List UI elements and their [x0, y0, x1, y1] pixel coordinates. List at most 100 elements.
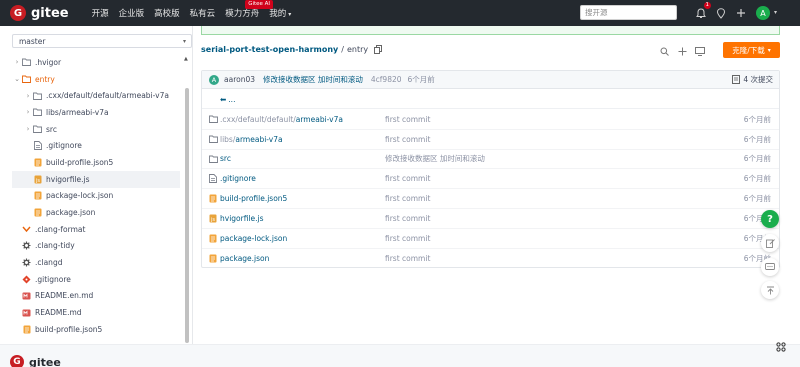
file-name: build-profile.json5	[220, 194, 288, 204]
search-icon[interactable]	[658, 45, 670, 57]
file-name-link[interactable]: libs/armeabi-v7a	[220, 135, 283, 144]
commit-count-link[interactable]: 4 次提交	[732, 74, 773, 85]
nav-item-moli[interactable]: 模力方舟 Gitee AI	[225, 0, 274, 19]
tree-item[interactable]: README.en.md	[12, 288, 180, 305]
tree-item[interactable]: › src	[12, 121, 180, 138]
avatar[interactable]: A	[756, 6, 770, 20]
nav-item-education[interactable]: 高校版	[154, 7, 180, 19]
chevron-down-icon[interactable]: ⌄	[12, 75, 22, 83]
location-icon[interactable]	[714, 6, 728, 20]
tree-item[interactable]: .clangd	[12, 254, 180, 271]
chevron-right-icon[interactable]: ›	[23, 92, 33, 100]
tree-item[interactable]: .gitignore	[12, 271, 180, 288]
scroll-up-arrow-icon[interactable]: ▲	[184, 56, 188, 62]
tree-item-label: .clang-format	[35, 224, 86, 234]
gear-icon	[22, 241, 31, 250]
nav-item-open-source[interactable]: 开源	[92, 7, 109, 19]
help-button[interactable]: ?	[761, 210, 779, 228]
search-input[interactable]: 搜开源	[580, 5, 677, 20]
tree-item[interactable]: ⌄ entry	[12, 71, 180, 88]
file-name-link[interactable]: src	[220, 154, 231, 163]
tree-item[interactable]: build-profile.json5	[12, 321, 180, 338]
notification-count: 1	[703, 2, 711, 9]
bell-icon[interactable]: 1	[694, 2, 711, 20]
footer-logo[interactable]: G gitee	[10, 355, 61, 367]
file-commit-message[interactable]: first commit	[385, 174, 430, 183]
tree-item[interactable]: js hvigorfile.js	[12, 170, 180, 188]
nav-item-private-cloud[interactable]: 私有云	[190, 7, 216, 19]
folder-icon	[33, 91, 42, 100]
file-commit-message[interactable]: 修改接收数据区 加时间和滚动	[385, 153, 485, 164]
breadcrumb: serial-port-test-open-harmony / entry	[201, 45, 383, 54]
edit-note-icon[interactable]	[761, 234, 779, 252]
file-commit-message[interactable]: first commit	[385, 115, 430, 124]
file-row[interactable]: .cxx/default/default/armeabi-v7a first co…	[202, 110, 779, 130]
js-icon: js	[208, 213, 218, 223]
tree-item[interactable]: › .hvigor	[12, 54, 180, 71]
file-commit-message[interactable]: first commit	[385, 234, 430, 243]
file-row[interactable]: build-profile.json5 first commit 6个月前	[202, 189, 779, 209]
breadcrumb-repo-link[interactable]: serial-port-test-open-harmony	[201, 45, 338, 54]
chevron-right-icon[interactable]: ›	[12, 58, 22, 66]
folder-icon	[208, 114, 218, 124]
commit-hash[interactable]: 4cf9820	[371, 75, 402, 84]
tree-item[interactable]: README.md	[12, 304, 180, 321]
sidebar-divider[interactable]	[192, 26, 193, 344]
chevron-right-icon[interactable]: ›	[23, 125, 33, 133]
file-list-panel: A aaron03 修改接收数据区 加时间和滚动 4cf9820 6个月前 4 …	[201, 70, 780, 268]
nav-item-mine[interactable]: 我的 ▾	[269, 7, 291, 19]
json-icon	[33, 158, 42, 167]
file-commit-message[interactable]: first commit	[385, 254, 430, 263]
commit-message[interactable]: 修改接收数据区 加时间和滚动	[263, 74, 363, 85]
apps-grid-icon[interactable]	[774, 340, 788, 354]
nav-item-enterprise[interactable]: 企业版	[119, 7, 145, 19]
file-commit-time: 6个月前	[743, 154, 771, 164]
file-name-link[interactable]: .cxx/default/default/armeabi-v7a	[220, 115, 343, 124]
plus-icon[interactable]	[734, 6, 748, 20]
chevron-right-icon[interactable]: ›	[23, 108, 33, 116]
file-commit-message[interactable]: first commit	[385, 194, 430, 203]
file-row[interactable]: package-lock.json first commit 6个月前	[202, 229, 779, 249]
file-row[interactable]: package.json first commit 6个月前	[202, 249, 779, 269]
copy-icon[interactable]	[374, 45, 383, 54]
file-name-link[interactable]: package.json	[220, 254, 269, 263]
scrollbar-thumb[interactable]	[185, 88, 189, 343]
tree-item[interactable]: build-profile.json5	[12, 154, 180, 171]
commit-author-avatar[interactable]: A	[209, 74, 219, 85]
file-commit-message[interactable]: first commit	[385, 214, 430, 223]
clone-download-button[interactable]: 克隆/下载 ▾	[723, 42, 780, 58]
tree-item-label: src	[46, 124, 57, 134]
parent-dir-link[interactable]: ⬅ ...	[202, 90, 779, 109]
commit-author[interactable]: aaron03	[224, 75, 255, 84]
back-to-top-icon[interactable]	[761, 281, 779, 299]
tree-item-label: entry	[35, 74, 55, 84]
tree-item[interactable]: › .cxx/default/default/armeabi-v7a	[12, 87, 180, 104]
file-name-link[interactable]: hvigorfile.js	[220, 214, 264, 223]
file-name-link[interactable]: build-profile.json5	[220, 194, 287, 203]
file-commit-message[interactable]: first commit	[385, 135, 430, 144]
json-icon	[208, 253, 218, 263]
tree-item-label: package.json	[46, 208, 96, 218]
branch-select[interactable]: master ▾	[12, 34, 192, 48]
json-icon	[33, 208, 42, 217]
file-row[interactable]: js hvigorfile.js first commit 6个月前	[202, 209, 779, 229]
tree-item[interactable]: package-lock.json	[12, 188, 180, 205]
file-row[interactable]: src 修改接收数据区 加时间和滚动 6个月前	[202, 150, 779, 170]
monitor-icon[interactable]	[694, 45, 706, 57]
tree-item[interactable]: .gitignore	[12, 137, 180, 154]
file-name-link[interactable]: .gitignore	[220, 174, 256, 183]
tree-item[interactable]: .clang-tidy	[12, 238, 180, 255]
tree-item[interactable]: › libs/armeabi-v7a	[12, 104, 180, 121]
gitee-logo[interactable]: G gitee	[10, 5, 69, 21]
tree-item[interactable]: .clang-format	[12, 221, 180, 238]
plus-icon[interactable]	[676, 45, 688, 57]
tree-item[interactable]: package.json	[12, 204, 180, 221]
file-row[interactable]: .gitignore first commit 6个月前	[202, 169, 779, 190]
chat-icon[interactable]	[761, 258, 779, 276]
file-row[interactable]: libs/armeabi-v7a first commit 6个月前	[202, 130, 779, 150]
chevron-down-icon[interactable]: ▾	[774, 9, 777, 16]
file-name-link[interactable]: package-lock.json	[220, 234, 287, 243]
back-arrow-icon: ⬅	[220, 94, 227, 104]
latest-commit-bar: A aaron03 修改接收数据区 加时间和滚动 4cf9820 6个月前 4 …	[202, 71, 779, 89]
js-icon: js	[33, 175, 42, 184]
